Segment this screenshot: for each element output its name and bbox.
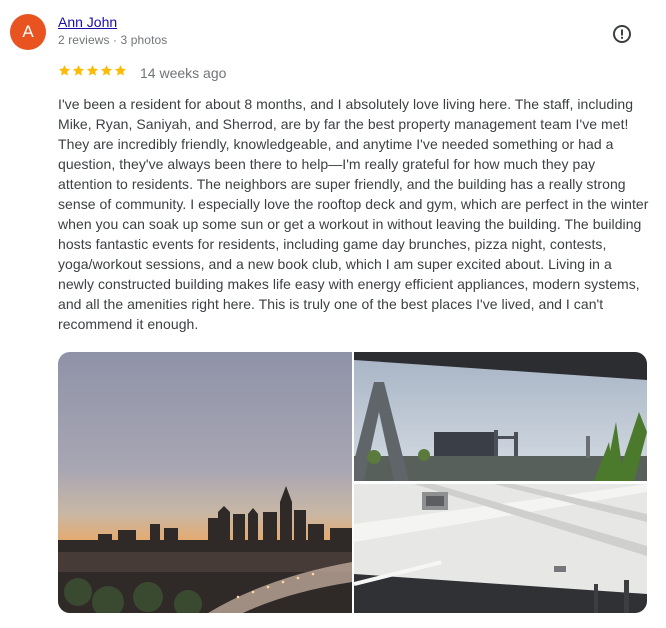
report-icon [613,25,631,43]
avatar[interactable]: A [10,14,46,50]
report-button[interactable] [609,21,635,47]
star-icon [114,65,127,76]
avatar-letter: A [22,22,34,41]
author-name-link[interactable]: Ann John [58,14,117,30]
star-icon [72,65,85,76]
review-time: 14 weeks ago [140,65,227,81]
review-text: I've been a resident for about 8 months,… [58,96,649,332]
photo-rooftop-bridge-view[interactable] [354,352,647,481]
star-icon [100,65,113,76]
star-icon [86,65,99,76]
star-rating [58,64,127,80]
photo-interior-ceiling[interactable] [354,484,647,613]
photo-city-skyline-sunset[interactable] [58,352,352,613]
author-meta: 2 reviews · 3 photos [58,33,168,47]
star-icon [58,65,71,76]
photo-gallery [58,352,647,613]
